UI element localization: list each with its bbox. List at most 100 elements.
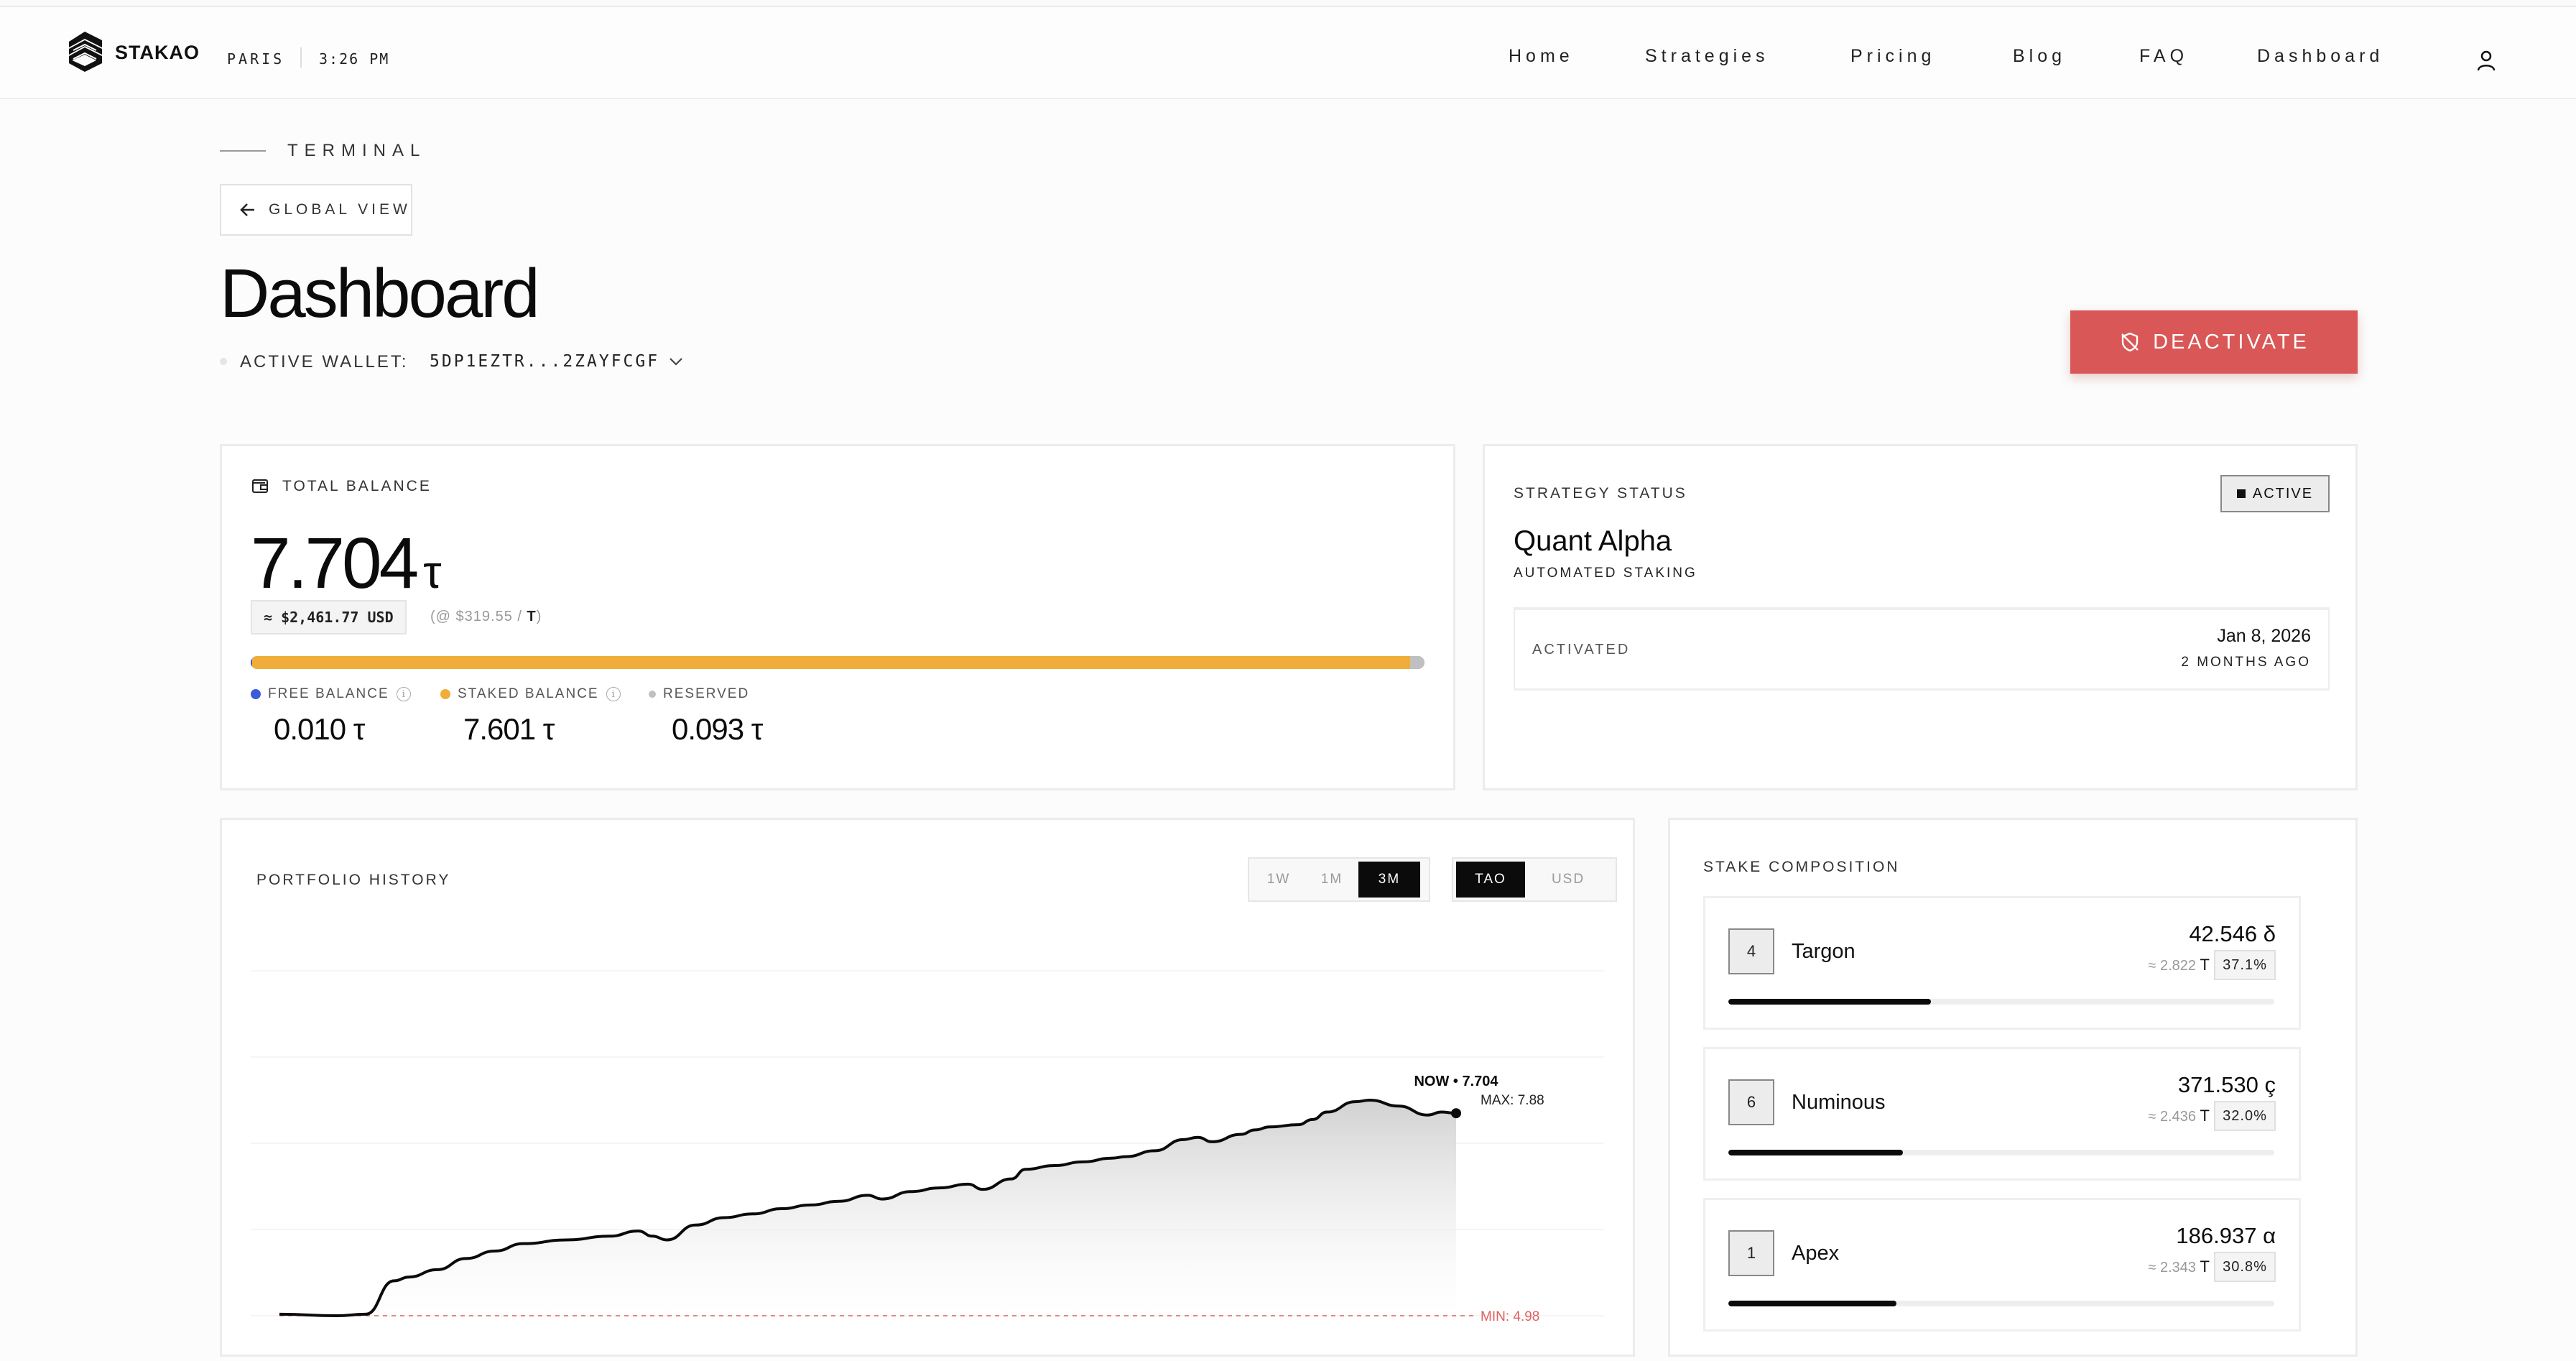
currency-usd-button[interactable]: USD xyxy=(1525,862,1611,898)
activated-label: ACTIVATED xyxy=(1532,642,1631,658)
nav-dashboard[interactable]: Dashboard xyxy=(2257,46,2383,67)
reserved-balance-segment xyxy=(1410,656,1424,669)
active-wallet-label: ACTIVE WALLET: xyxy=(240,352,409,372)
total-balance-card: TOTAL BALANCE 7.704 τ ≈ $2,461.77 USD (@ … xyxy=(220,444,1455,790)
stake-share-track xyxy=(1728,1150,2274,1155)
reserved-dot xyxy=(649,691,656,698)
header-divider xyxy=(300,47,302,68)
square-icon xyxy=(2236,489,2246,498)
shield-off-icon xyxy=(2121,332,2139,352)
section-eyebrow: TERMINAL xyxy=(220,141,426,161)
legend-free-balance: FREE BALANCE i xyxy=(251,686,411,702)
chevron-down-icon[interactable] xyxy=(667,354,685,369)
legend-staked-balance: STAKED BALANCE i xyxy=(440,686,621,702)
subnet-number: 1 xyxy=(1728,1230,1774,1276)
wallet-address[interactable]: 5DP1EZTR...2ZAYFCGF xyxy=(430,352,659,371)
free-balance-label: FREE BALANCE xyxy=(268,686,389,701)
staked-balance-segment xyxy=(252,656,1411,669)
eyebrow-text: TERMINAL xyxy=(287,141,427,160)
stake-share-track xyxy=(1728,999,2274,1005)
global-view-button[interactable]: GLOBAL VIEW xyxy=(220,184,412,236)
portfolio-history-label: PORTFOLIO HISTORY xyxy=(256,872,451,888)
stake-amount: 42.546 δ xyxy=(2189,921,2276,946)
total-balance-unit: τ xyxy=(423,546,442,598)
global-view-label: GLOBAL VIEW xyxy=(269,201,411,218)
strategy-name: Quant Alpha xyxy=(1514,525,1672,557)
stake-tao-value: ≈ 2.822 T xyxy=(2148,956,2210,974)
strategy-subtitle: AUTOMATED STAKING xyxy=(1514,566,1697,581)
now-point[interactable] xyxy=(1451,1108,1461,1119)
top-strip xyxy=(0,0,2576,7)
stake-tao-unit: T xyxy=(2200,1258,2210,1275)
activated-panel: ACTIVATED Jan 8, 2026 2 MONTHS AGO xyxy=(1514,607,2330,691)
strategy-status-card: STRATEGY STATUS ACTIVE Quant Alpha AUTOM… xyxy=(1483,444,2358,790)
nav-pricing[interactable]: Pricing xyxy=(1850,46,1935,67)
header-time: 3:26 PM xyxy=(319,50,390,68)
brand-logo[interactable]: STAKAO xyxy=(63,29,200,76)
tao-rate-unit: T xyxy=(527,609,537,624)
stake-tao-amount: ≈ 2.822 xyxy=(2148,958,2200,974)
portfolio-area xyxy=(279,1100,1456,1316)
portfolio-chart: NOW • 7.704 MAX: 7.88 MIN: 4.98 8 janv.1… xyxy=(251,970,1604,1324)
wallet-status-dot xyxy=(220,358,227,365)
stake-composition-card: STAKE COMPOSITION 4 Targon 42.546 δ ≈ 2.… xyxy=(1668,818,2358,1357)
wallet-icon xyxy=(252,479,268,493)
min-label: MIN: 4.98 xyxy=(1481,1309,1539,1324)
tao-rate: (@ $319.55 / T) xyxy=(430,609,542,625)
stake-amount: 371.530 ç xyxy=(2177,1072,2276,1097)
page-title: Dashboard xyxy=(220,255,540,332)
stake-percentage: 30.8% xyxy=(2214,1252,2276,1282)
usd-equivalent: ≈ $2,461.77 USD xyxy=(264,609,394,626)
stake-tao-value: ≈ 2.343 T xyxy=(2148,1258,2210,1276)
range-toggle: 1W 1M 3M xyxy=(1248,857,1430,902)
stake-percentage: 32.0% xyxy=(2214,1101,2276,1131)
currency-tao-button[interactable]: TAO xyxy=(1456,862,1525,898)
strategy-status-label: STRATEGY STATUS xyxy=(1514,485,1687,502)
stake-tao-unit: T xyxy=(2200,956,2210,974)
legend-reserved: RESERVED xyxy=(649,686,749,702)
subnet-name: Targon xyxy=(1792,940,1855,963)
stake-tao-amount: ≈ 2.343 xyxy=(2148,1260,2200,1275)
deactivate-button[interactable]: DEACTIVATE xyxy=(2070,310,2358,374)
stake-row-targon[interactable]: 4 Targon 42.546 δ ≈ 2.822 T 37.1% xyxy=(1703,896,2301,1030)
stake-row-numinous[interactable]: 6 Numinous 371.530 ç ≈ 2.436 T 32.0% xyxy=(1703,1047,2301,1181)
range-1w-button[interactable]: 1W xyxy=(1252,862,1305,898)
status-badge: ACTIVE xyxy=(2220,475,2330,512)
range-3m-button[interactable]: 3M xyxy=(1358,862,1420,898)
staked-balance-value: 7.601 τ xyxy=(463,712,555,746)
stake-amount: 186.937 α xyxy=(2176,1223,2276,1248)
subnet-number: 4 xyxy=(1728,928,1774,974)
tao-rate-suffix: ) xyxy=(536,609,542,624)
usd-equivalent-chip: ≈ $2,461.77 USD xyxy=(251,600,407,635)
stake-composition-label: STAKE COMPOSITION xyxy=(1703,859,1900,875)
info-icon[interactable]: i xyxy=(606,687,621,701)
nav-strategies[interactable]: Strategies xyxy=(1645,46,1769,67)
activated-ago: 2 MONTHS AGO xyxy=(2181,655,2311,670)
staked-balance-dot xyxy=(440,689,450,699)
now-label: NOW • 7.704 xyxy=(1414,1074,1498,1089)
stake-share-fill xyxy=(1728,1150,1904,1155)
free-balance-dot xyxy=(251,689,261,699)
stake-share-track xyxy=(1728,1301,2274,1306)
status-badge-text: ACTIVE xyxy=(2252,485,2314,502)
subnet-number: 6 xyxy=(1728,1079,1774,1125)
reserved-label: RESERVED xyxy=(663,686,750,701)
stake-row-apex[interactable]: 1 Apex 186.937 α ≈ 2.343 T 30.8% xyxy=(1703,1198,2301,1332)
subnet-name: Apex xyxy=(1792,1242,1840,1265)
nav-blog[interactable]: Blog xyxy=(2013,46,2066,67)
stake-share-fill xyxy=(1728,1301,1897,1306)
stake-share-fill xyxy=(1728,999,1931,1005)
free-balance-value: 0.010 τ xyxy=(274,712,365,746)
info-icon[interactable]: i xyxy=(396,687,411,701)
portfolio-history-card: PORTFOLIO HISTORY 1W 1M 3M TAO USD NOW •… xyxy=(220,818,1635,1357)
range-1m-button[interactable]: 1M xyxy=(1305,862,1358,898)
subnet-name: Numinous xyxy=(1792,1091,1886,1114)
nav-home[interactable]: Home xyxy=(1509,46,1574,67)
arrow-left-icon xyxy=(240,203,254,216)
total-balance-label: TOTAL BALANCE xyxy=(282,478,432,494)
nav-faq[interactable]: FAQ xyxy=(2139,46,2188,67)
stake-tao-value: ≈ 2.436 T xyxy=(2148,1107,2210,1125)
user-icon[interactable] xyxy=(2475,49,2497,72)
site-header: STAKAO PARIS 3:26 PM Home Strategies Pri… xyxy=(0,7,2576,99)
balance-distribution-bar xyxy=(251,656,1424,669)
